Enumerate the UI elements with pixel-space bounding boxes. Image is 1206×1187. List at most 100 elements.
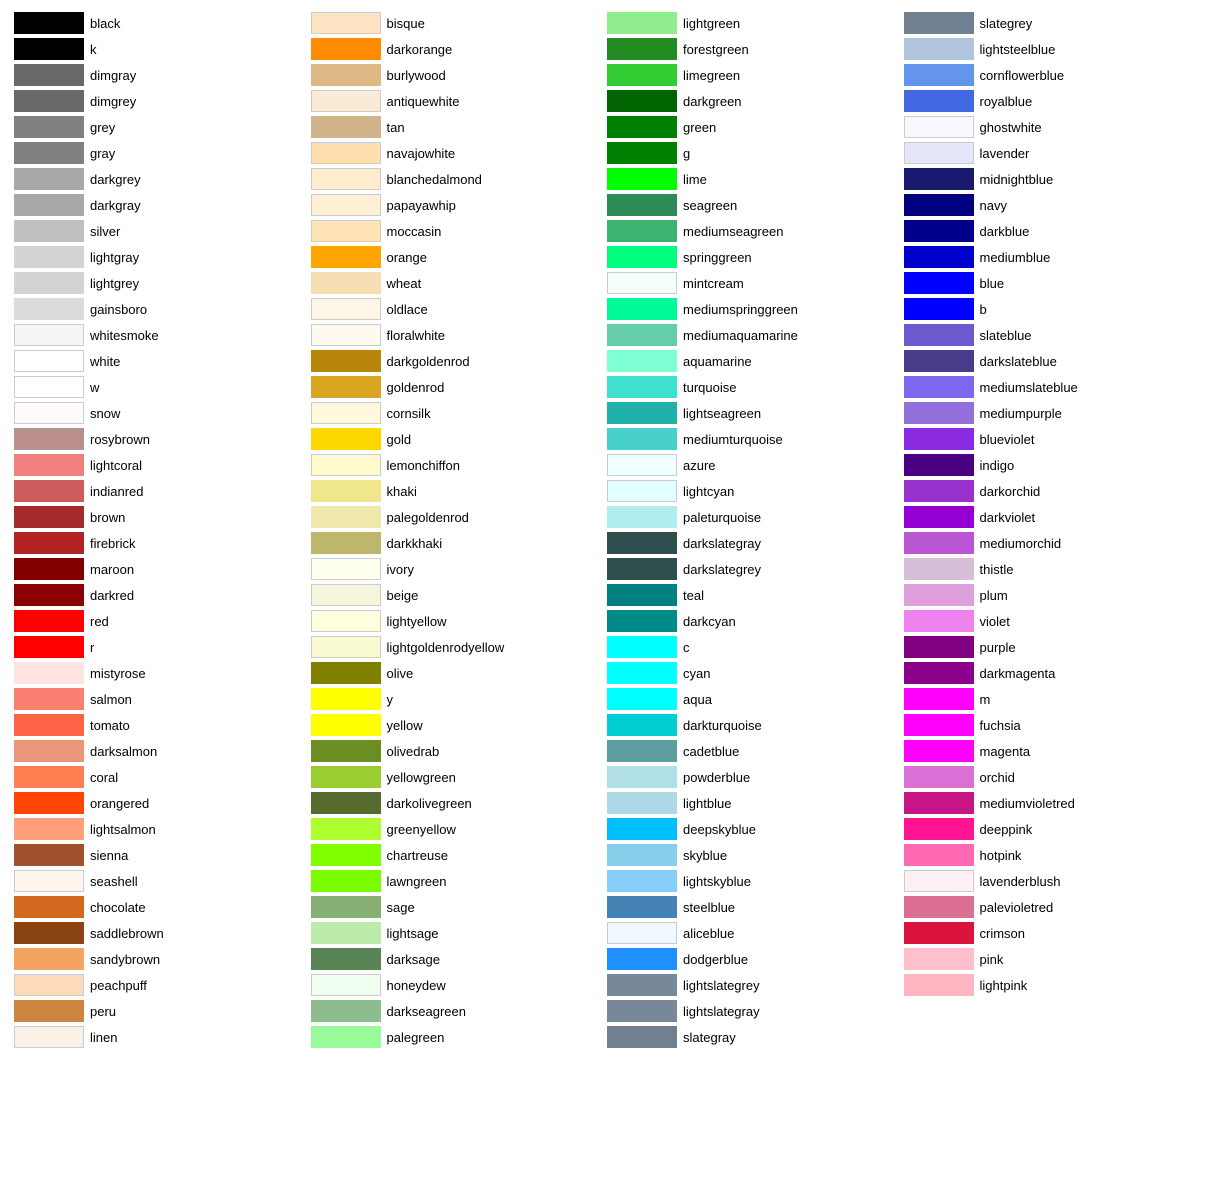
color-item: darkorchid (900, 478, 1197, 504)
color-item: antiquewhite (307, 88, 604, 114)
color-swatch (14, 662, 84, 684)
color-name-label: lightsalmon (90, 822, 156, 837)
color-name-label: seashell (90, 874, 138, 889)
color-name-label: darkslateblue (980, 354, 1057, 369)
color-name-label: sandybrown (90, 952, 160, 967)
color-item: darkgoldenrod (307, 348, 604, 374)
color-swatch (14, 740, 84, 762)
color-item: moccasin (307, 218, 604, 244)
color-swatch (607, 142, 677, 164)
color-swatch (607, 194, 677, 216)
color-swatch (14, 324, 84, 346)
color-item: k (10, 36, 307, 62)
color-name-label: beige (387, 588, 419, 603)
color-item: black (10, 10, 307, 36)
color-item: lavenderblush (900, 868, 1197, 894)
color-name-label: deeppink (980, 822, 1033, 837)
color-swatch (904, 272, 974, 294)
color-swatch (904, 142, 974, 164)
color-swatch (311, 12, 381, 34)
color-item: cornflowerblue (900, 62, 1197, 88)
color-swatch (904, 454, 974, 476)
color-name-label: black (90, 16, 120, 31)
color-item: darkgrey (10, 166, 307, 192)
color-swatch (607, 298, 677, 320)
color-item: forestgreen (603, 36, 900, 62)
color-name-label: whitesmoke (90, 328, 159, 343)
color-item: snow (10, 400, 307, 426)
color-swatch (311, 64, 381, 86)
color-item: azure (603, 452, 900, 478)
color-swatch (311, 428, 381, 450)
color-name-label: darkgrey (90, 172, 141, 187)
color-item: steelblue (603, 894, 900, 920)
color-name-label: grey (90, 120, 115, 135)
color-item: oldlace (307, 296, 604, 322)
color-swatch (311, 116, 381, 138)
color-item: royalblue (900, 88, 1197, 114)
color-swatch (904, 506, 974, 528)
color-swatch (14, 870, 84, 892)
color-swatch (607, 428, 677, 450)
color-name-label: tan (387, 120, 405, 135)
color-item: blanchedalmond (307, 166, 604, 192)
color-name-label: lightyellow (387, 614, 447, 629)
color-item: darkkhaki (307, 530, 604, 556)
color-item: b (900, 296, 1197, 322)
color-item: pink (900, 946, 1197, 972)
color-item: mediumblue (900, 244, 1197, 270)
color-item: silver (10, 218, 307, 244)
color-swatch (904, 298, 974, 320)
color-item: cornsilk (307, 400, 604, 426)
color-swatch (14, 818, 84, 840)
color-item: lightcyan (603, 478, 900, 504)
color-name-label: rosybrown (90, 432, 150, 447)
color-name-label: darkgray (90, 198, 141, 213)
color-item: olivedrab (307, 738, 604, 764)
color-swatch (607, 220, 677, 242)
color-swatch (607, 480, 677, 502)
color-item: honeydew (307, 972, 604, 998)
color-item: firebrick (10, 530, 307, 556)
color-item: coral (10, 764, 307, 790)
color-swatch (607, 1026, 677, 1048)
color-name-label: ghostwhite (980, 120, 1042, 135)
color-item: goldenrod (307, 374, 604, 400)
color-name-label: midnightblue (980, 172, 1054, 187)
color-name-label: yellow (387, 718, 423, 733)
color-name-label: blueviolet (980, 432, 1035, 447)
color-name-label: springgreen (683, 250, 752, 265)
color-item: darkgreen (603, 88, 900, 114)
color-swatch (904, 324, 974, 346)
color-swatch (311, 376, 381, 398)
color-item: tomato (10, 712, 307, 738)
column-3: slategreylightsteelbluecornflowerblueroy… (900, 10, 1197, 1050)
color-name-label: lavender (980, 146, 1030, 161)
color-item: thistle (900, 556, 1197, 582)
color-item: peru (10, 998, 307, 1024)
color-item: aqua (603, 686, 900, 712)
color-item: lightskyblue (603, 868, 900, 894)
color-swatch (14, 220, 84, 242)
color-name-label: green (683, 120, 716, 135)
color-item: turquoise (603, 374, 900, 400)
color-item: c (603, 634, 900, 660)
color-swatch (14, 142, 84, 164)
color-swatch (311, 792, 381, 814)
color-name-label: bisque (387, 16, 425, 31)
color-item: linen (10, 1024, 307, 1050)
color-item: ivory (307, 556, 604, 582)
color-swatch (904, 714, 974, 736)
color-item: peachpuff (10, 972, 307, 998)
color-name-label: violet (980, 614, 1010, 629)
color-item: bisque (307, 10, 604, 36)
color-name-label: palegreen (387, 1030, 445, 1045)
color-name-label: orchid (980, 770, 1015, 785)
color-name-label: lightslategrey (683, 978, 760, 993)
color-name-label: teal (683, 588, 704, 603)
color-name-label: mediumblue (980, 250, 1051, 265)
color-item: lightsage (307, 920, 604, 946)
color-item: ghostwhite (900, 114, 1197, 140)
color-swatch (14, 610, 84, 632)
color-item: gray (10, 140, 307, 166)
